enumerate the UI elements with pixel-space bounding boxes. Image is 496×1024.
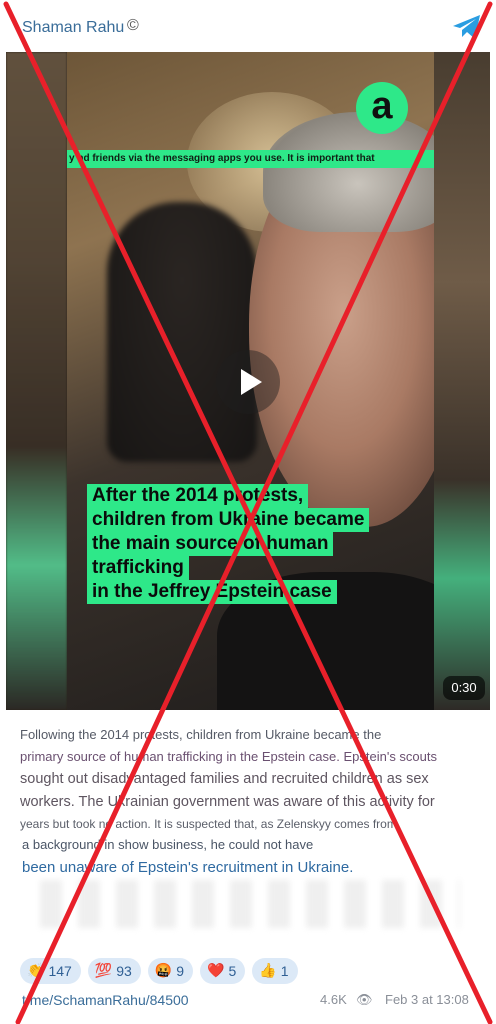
video-blur-left — [6, 52, 67, 710]
headline-line: in the Jeffrey Epstein case — [87, 580, 337, 604]
reaction-hundred[interactable]: 💯 93 — [87, 958, 141, 984]
clap-icon: 👏 — [27, 963, 45, 979]
headline-line: trafficking — [87, 556, 189, 580]
post-text-line: primary source of human trafficking in t… — [20, 749, 437, 764]
reactions-bar: 👏 147 💯 93 🤬 9 ❤️ 5 👍 1 — [20, 958, 298, 984]
video-blur-right — [434, 52, 490, 710]
play-icon[interactable] — [216, 350, 280, 414]
post-text-line: been unaware of Epstein's recruitment in… — [22, 859, 354, 876]
headline-line: the main source of human — [87, 532, 334, 556]
post-link[interactable]: t.me/SchamanRahu/84500 — [22, 992, 189, 1008]
reaction-clap[interactable]: 👏 147 — [20, 958, 81, 984]
heart-icon: ❤️ — [207, 963, 225, 979]
reaction-count: 93 — [116, 963, 132, 979]
headline-line: After the 2014 protests, — [87, 484, 309, 508]
headline-line: children from Ukraine became — [87, 508, 370, 532]
video-duration: 0:30 — [443, 676, 485, 700]
blurred-area — [40, 880, 460, 928]
telegram-icon[interactable] — [452, 14, 482, 40]
view-count: 4.6K — [320, 992, 347, 1007]
background-person — [107, 202, 257, 462]
video-player[interactable]: a y nd friends via the messaging apps yo… — [6, 52, 490, 710]
post-text-line: Following the 2014 protests, children fr… — [20, 727, 382, 742]
post-text-line: sought out disadvantaged families and re… — [20, 771, 429, 787]
post-text: Following the 2014 protests, children fr… — [20, 724, 485, 880]
hundred-icon: 💯 — [94, 963, 113, 979]
post-text-line: a background in show business, he could … — [22, 837, 314, 852]
reaction-count: 9 — [176, 963, 185, 979]
reaction-angry[interactable]: 🤬 9 — [147, 958, 194, 984]
outlet-logo: a — [356, 82, 408, 134]
man-hair — [263, 112, 434, 232]
eye-icon: 👁 — [356, 992, 373, 1007]
post-text-line: years but took no action. It is suspecte… — [20, 817, 397, 831]
post-date: Feb 3 at 13:08 — [385, 992, 469, 1007]
reaction-count: 5 — [228, 963, 237, 979]
reaction-heart[interactable]: ❤️ 5 — [200, 958, 246, 984]
post-footer: t.me/SchamanRahu/84500 4.6K 👁 Feb 3 at 1… — [22, 990, 492, 1012]
thumbs-up-icon: 👍 — [259, 963, 277, 979]
angry-face-icon: 🤬 — [154, 963, 173, 979]
reaction-count: 147 — [48, 963, 72, 979]
post-header: Shaman Rahu © — [0, 0, 496, 54]
video-headline: After the 2014 protests, children from U… — [87, 484, 427, 604]
reaction-thumbs-up[interactable]: 👍 1 — [252, 958, 298, 984]
channel-name[interactable]: Shaman Rahu — [22, 19, 124, 37]
copyright-icon: © — [127, 17, 139, 34]
video-top-caption: y nd friends via the messaging apps you … — [67, 150, 434, 168]
reaction-count: 1 — [280, 963, 289, 979]
post-text-line: workers. The Ukrainian government was aw… — [20, 794, 435, 810]
